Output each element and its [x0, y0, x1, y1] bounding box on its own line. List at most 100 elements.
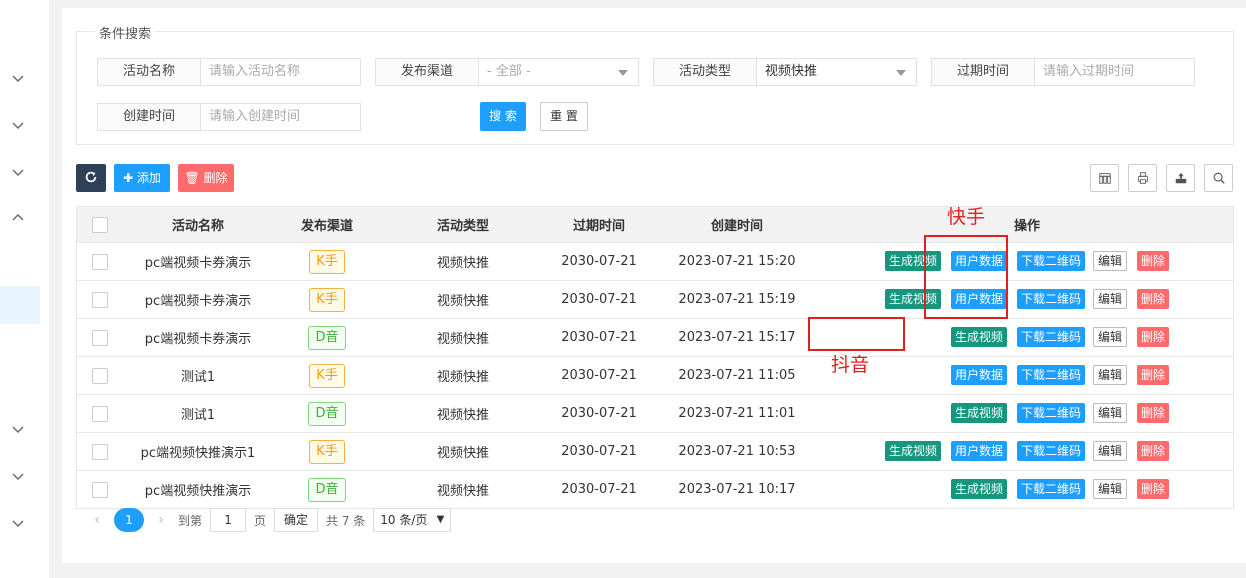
sidebar-active-item[interactable]	[0, 286, 40, 324]
delete-row-button[interactable]: 删除	[1137, 479, 1170, 499]
edit-button[interactable]: 编辑	[1093, 403, 1128, 423]
channel-select[interactable]: - 全部 -	[479, 58, 639, 86]
export-icon[interactable]	[1166, 164, 1195, 192]
delete-row-button[interactable]: 删除	[1137, 327, 1170, 347]
activity-name-input[interactable]: 请输入活动名称	[201, 58, 361, 86]
cell-type: 视频快推	[436, 332, 489, 347]
cell-type: 视频快推	[436, 256, 489, 271]
edit-button[interactable]: 编辑	[1093, 289, 1128, 309]
download-qrcode-button[interactable]: 下载二维码	[1017, 479, 1086, 499]
chevron-down-icon	[896, 70, 906, 76]
chevron-down-icon[interactable]	[10, 117, 26, 133]
page-size-value: 10 条/页	[380, 513, 428, 527]
delete-row-button[interactable]: 删除	[1137, 441, 1170, 461]
download-qrcode-button[interactable]: 下载二维码	[1017, 251, 1086, 271]
row-select-cell	[77, 243, 123, 280]
cell-expire: 2030-07-21	[561, 292, 637, 307]
cell-name: pc端视频卡券演示	[144, 294, 252, 309]
generate-video-button[interactable]: 生成视频	[951, 403, 1008, 423]
chevron-down-icon[interactable]	[10, 164, 26, 180]
edit-button[interactable]: 编辑	[1093, 441, 1128, 461]
table-row: pc端视频卡券演示 K手 视频快推 2030-07-21 2023-07-21 15:2…	[77, 243, 1233, 281]
generate-video-button[interactable]: 生成视频	[951, 327, 1008, 347]
page-size-select[interactable]: 10 条/页 ▼	[373, 508, 452, 532]
row-checkbox[interactable]	[92, 291, 108, 308]
row-checkbox[interactable]	[92, 367, 108, 384]
row-checkbox[interactable]	[92, 405, 108, 422]
download-qrcode-button[interactable]: 下载二维码	[1017, 365, 1086, 385]
table-row: pc端视频卡券演示 D音 视频快推 2030-07-21 2023-07-21 15:1…	[77, 319, 1233, 357]
chevron-down-icon[interactable]	[10, 468, 26, 484]
filter-activity-type: 活动类型 视频快推	[653, 58, 917, 86]
cell-channel: D音	[273, 319, 381, 356]
download-qrcode-button[interactable]: 下载二维码	[1017, 441, 1086, 461]
generate-video-button[interactable]: 生成视频	[885, 441, 942, 461]
douyin-highlight-box	[808, 317, 905, 351]
delete-row-button[interactable]: 删除	[1137, 365, 1170, 385]
cell-name: pc端视频快推演示	[144, 484, 252, 499]
kuaishou-highlight-box	[924, 235, 1008, 319]
caret-down-icon: ▼	[436, 514, 445, 525]
filter-legend: 条件搜索	[95, 23, 156, 42]
cell-type: 视频快推	[436, 484, 489, 499]
delete-row-button[interactable]: 删除	[1137, 289, 1170, 309]
cell-name: 测试1	[180, 370, 216, 385]
confirm-button[interactable]: 确定	[274, 508, 319, 532]
channel-tag: K手	[309, 439, 345, 464]
cell-channel: D音	[273, 395, 381, 432]
cell-name: pc端视频卡券演示	[144, 256, 252, 271]
print-icon[interactable]	[1128, 164, 1157, 192]
expire-time-input[interactable]: 请输入过期时间	[1035, 58, 1195, 86]
user-data-button[interactable]: 用户数据	[951, 365, 1008, 385]
page-current[interactable]: 1	[114, 508, 144, 532]
edit-button[interactable]: 编辑	[1093, 251, 1128, 271]
activity-type-select[interactable]: 视频快推	[757, 58, 917, 86]
row-checkbox[interactable]	[92, 329, 108, 346]
chevron-down-icon[interactable]	[10, 421, 26, 437]
search-button[interactable]: 搜 索	[480, 102, 526, 131]
next-page-icon[interactable]: ›	[152, 512, 170, 528]
row-checkbox[interactable]	[92, 253, 108, 270]
download-qrcode-button[interactable]: 下载二维码	[1017, 403, 1086, 423]
col-expire: 过期时间	[572, 219, 625, 234]
row-select-cell	[77, 281, 123, 318]
delete-row-button[interactable]: 删除	[1137, 403, 1170, 423]
table-row: 测试1 K手 视频快推 2030-07-21 2023-07-21 11:05 用户数据下…	[77, 357, 1233, 395]
delete-row-button[interactable]: 删除	[1137, 251, 1170, 271]
cell-type: 视频快推	[436, 294, 489, 309]
chevron-down-icon[interactable]	[10, 515, 26, 531]
page-input[interactable]: 1	[210, 508, 247, 532]
cell-channel: K手	[273, 357, 381, 394]
edit-button[interactable]: 编辑	[1093, 365, 1128, 385]
edit-button[interactable]: 编辑	[1093, 327, 1128, 347]
chevron-down-icon[interactable]	[10, 70, 26, 86]
select-value: - 全部 -	[487, 64, 531, 79]
goto-label: 到第	[178, 513, 203, 528]
chevron-up-icon[interactable]	[10, 210, 26, 226]
download-qrcode-button[interactable]: 下载二维码	[1017, 289, 1086, 309]
channel-tag: D音	[308, 325, 346, 350]
row-actions: 生成视频 用户数据 下载二维码 编辑 删除	[827, 433, 1233, 470]
cell-type: 视频快推	[436, 408, 489, 423]
delete-button[interactable]: 🗑 删除	[178, 164, 234, 192]
download-qrcode-button[interactable]: 下载二维码	[1017, 327, 1086, 347]
edit-button[interactable]: 编辑	[1093, 479, 1128, 499]
prev-page-icon[interactable]: ‹	[88, 512, 106, 528]
columns-icon[interactable]	[1090, 164, 1119, 192]
cell-channel: K手	[273, 433, 381, 470]
user-data-button[interactable]: 用户数据	[951, 441, 1008, 461]
table-body: pc端视频卡券演示 K手 视频快推 2030-07-21 2023-07-21 15:2…	[77, 243, 1233, 508]
select-all-checkbox[interactable]	[92, 216, 108, 233]
search-icon[interactable]	[1204, 164, 1233, 192]
row-checkbox[interactable]	[92, 481, 108, 498]
reset-button[interactable]: 重 置	[540, 102, 588, 131]
channel-tag: D音	[308, 477, 346, 502]
add-button[interactable]: ✚ 添加	[114, 164, 170, 192]
generate-video-button[interactable]: 生成视频	[951, 479, 1008, 499]
refresh-button[interactable]	[76, 164, 106, 192]
table-row: pc端视频快推演示1 K手 视频快推 2030-07-21 2023-07-21 10:…	[77, 433, 1233, 471]
cell-expire: 2030-07-21	[561, 330, 637, 345]
create-time-input[interactable]: 请输入创建时间	[201, 103, 361, 131]
row-checkbox[interactable]	[92, 443, 108, 460]
row-actions: 用户数据 下载二维码 编辑 删除	[827, 357, 1233, 394]
